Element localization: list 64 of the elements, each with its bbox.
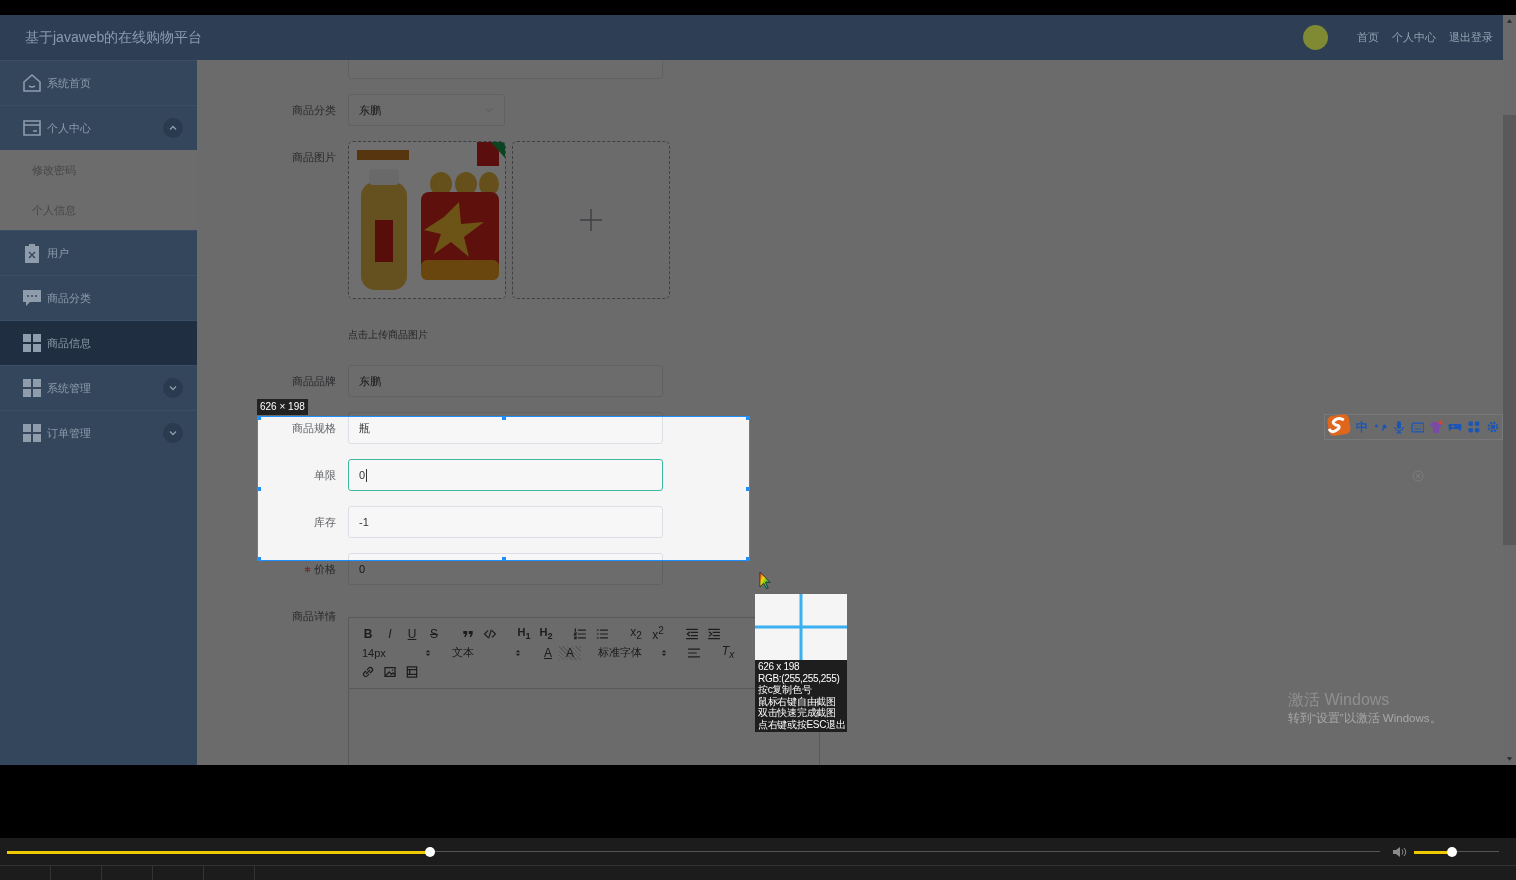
text-field[interactable]: 东鹏 — [348, 365, 663, 397]
site-title: 基于javaweb的在线购物平台 — [25, 28, 203, 47]
scroll-up-icon[interactable] — [1506, 18, 1513, 24]
sidebar-item[interactable]: 系统管理 — [0, 365, 197, 410]
nav-link[interactable]: 首页 — [1357, 30, 1379, 45]
grid-icon — [22, 333, 42, 353]
chevron-icon[interactable] — [163, 118, 183, 138]
numbered-list-icon[interactable] — [573, 626, 587, 641]
selection-size-label: 626 × 198 — [257, 399, 308, 415]
magnifier-text: 按c复制色号 — [757, 684, 812, 696]
sidebar-item[interactable]: 订单管理 — [0, 410, 197, 455]
clipboard-icon — [22, 243, 42, 263]
text-field[interactable]: 0 — [348, 553, 663, 585]
grid-icon — [22, 423, 42, 443]
sort-arrows-icon — [425, 647, 431, 658]
nav-link[interactable]: 个人中心 — [1392, 30, 1436, 45]
selection-frame[interactable] — [257, 416, 750, 561]
image-icon[interactable] — [383, 664, 397, 679]
text-field[interactable]: 瓶 — [348, 412, 663, 444]
italic-button[interactable]: I — [379, 626, 401, 641]
grid-icon — [22, 378, 42, 398]
chevron-icon[interactable] — [163, 378, 183, 398]
text-field[interactable]: 0 — [348, 459, 663, 491]
field-label: 库存 — [314, 514, 336, 530]
sort-arrows-icon — [515, 647, 521, 658]
scrollbar[interactable] — [1503, 15, 1516, 765]
scroll-down-icon[interactable] — [1506, 756, 1513, 762]
sort-arrows-icon — [661, 647, 667, 658]
underline-button[interactable]: U — [401, 626, 423, 641]
heading-button[interactable]: H$_{2}$ — [535, 625, 557, 642]
volume-icon[interactable] — [1392, 844, 1408, 859]
logo-icon — [1327, 413, 1351, 437]
align-left-icon[interactable] — [687, 645, 701, 660]
outdent-icon[interactable] — [685, 626, 699, 641]
indent-icon[interactable] — [707, 626, 721, 641]
nav-link[interactable]: 退出登录 — [1449, 30, 1493, 45]
field-label: 商品规格 — [292, 420, 336, 436]
heading-button[interactable]: H$_{1}$ — [513, 625, 535, 642]
cursor-icon — [759, 571, 772, 590]
dropdown[interactable]: 14px — [357, 646, 435, 659]
script-button[interactable]: x$_{2}$ — [625, 625, 647, 642]
script-button[interactable]: x$^{2}$ — [647, 625, 669, 642]
strikethrough-button[interactable]: S — [423, 626, 445, 641]
text-field[interactable]: -1 — [348, 506, 663, 538]
magnifier-text: 626 x 198 — [757, 661, 801, 673]
avatar[interactable] — [1303, 25, 1328, 50]
film-icon[interactable] — [405, 664, 419, 679]
field-label: 单限 — [314, 467, 336, 483]
bold-button[interactable]: B — [357, 626, 379, 641]
dropdown[interactable]: 文本 — [447, 645, 525, 660]
link-icon[interactable] — [361, 664, 375, 679]
chat-icon — [22, 288, 42, 308]
plus-icon — [580, 209, 602, 231]
bullet-list-icon[interactable] — [595, 626, 609, 641]
field-label: 价格 — [314, 561, 336, 577]
text-color-button[interactable]: A — [537, 645, 559, 660]
sidebar-item[interactable]: 商品信息 — [0, 320, 197, 365]
sidebar-item[interactable]: 用户 — [0, 230, 197, 275]
chevron-icon[interactable] — [163, 423, 183, 443]
clear-format-button[interactable]: T$_{x}$ — [717, 644, 739, 661]
select-field[interactable]: 东鹏 — [348, 94, 505, 126]
home-icon — [22, 73, 42, 93]
card-icon — [22, 118, 42, 138]
dropdown[interactable]: 标准字体 — [593, 645, 671, 660]
